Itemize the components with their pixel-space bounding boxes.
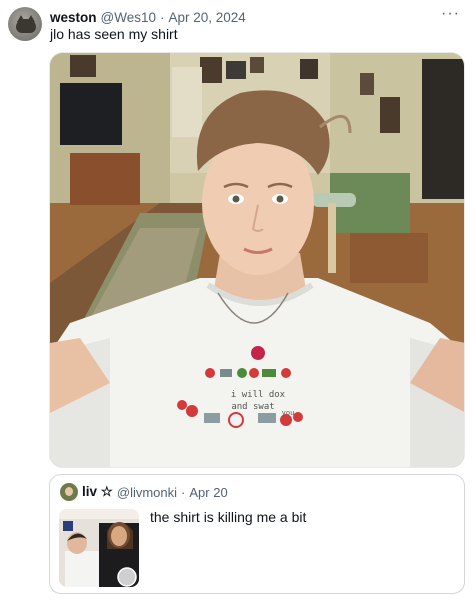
quoted-tweet[interactable]: liv ☆ @livmonki · Apr 20 the shirt is ki… [49, 474, 465, 594]
avatar-face-icon [65, 487, 73, 496]
meta-separator: · [160, 9, 165, 25]
quoted-tweet-date[interactable]: Apr 20 [189, 485, 227, 500]
author-name[interactable]: weston [50, 10, 97, 25]
selfie-photo: i will dox and swat you [50, 53, 464, 467]
quoted-author-avatar[interactable] [60, 483, 78, 501]
quoted-media-thumbnail[interactable] [59, 509, 139, 587]
shirt-text-line-3: you [282, 409, 295, 417]
tweet-header: weston @Wes10 · Apr 20, 2024 [50, 8, 246, 26]
quoted-author-handle[interactable]: @livmonki [117, 485, 177, 500]
cat-avatar-icon [16, 19, 36, 33]
author-handle[interactable]: @Wes10 [101, 10, 156, 25]
tweet-photo[interactable]: i will dox and swat you [49, 52, 465, 468]
quoted-author-name[interactable]: liv ☆ [82, 484, 113, 500]
tweet[interactable]: weston @Wes10 · Apr 20, 2024 ··· jlo has… [0, 0, 474, 603]
quoted-tweet-header: liv ☆ @livmonki · Apr 20 [82, 483, 228, 501]
tweet-text: jlo has seen my shirt [50, 26, 178, 42]
tweet-date[interactable]: Apr 20, 2024 [169, 10, 246, 25]
author-avatar[interactable] [8, 7, 42, 41]
shirt-text-line-1: i will dox [231, 390, 286, 400]
more-options-icon[interactable]: ··· [441, 5, 460, 23]
quoted-meta-separator: · [181, 484, 186, 500]
quoted-media-image [59, 509, 139, 587]
shirt-text-line-2: and swat [231, 402, 274, 412]
quoted-tweet-text: the shirt is killing me a bit [150, 509, 307, 525]
tv-shape [60, 83, 122, 145]
